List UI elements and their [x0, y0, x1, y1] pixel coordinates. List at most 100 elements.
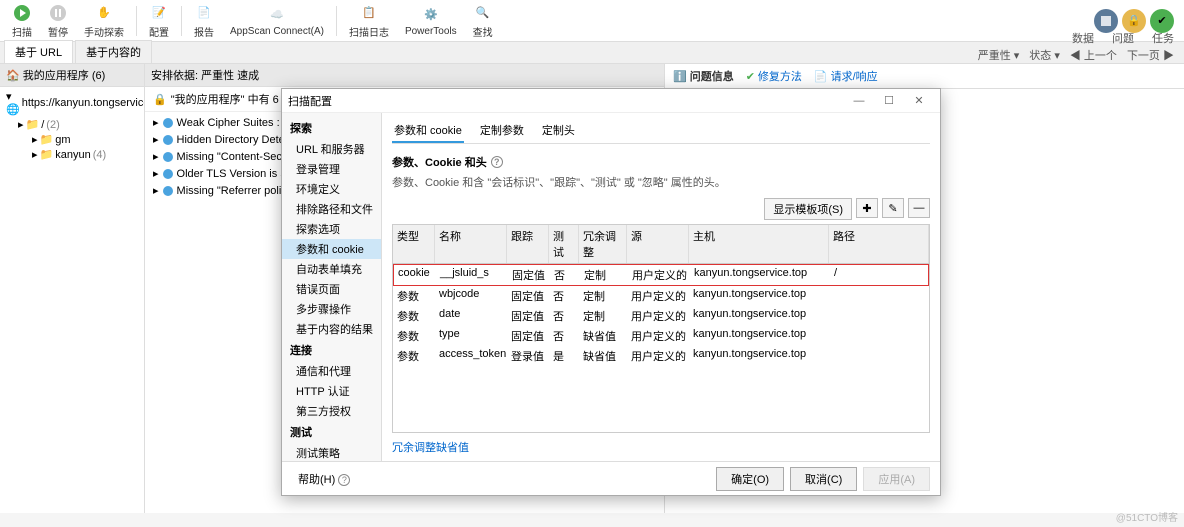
data-view-button[interactable]	[1094, 9, 1118, 33]
prev-button[interactable]: ◀ 上一个	[1070, 47, 1117, 63]
delete-button[interactable]: —	[908, 198, 930, 218]
dlg-tab-custom-params[interactable]: 定制参数	[478, 119, 526, 143]
gear-icon: ⚙️	[421, 5, 441, 25]
tasks-view-button[interactable]: ✔	[1150, 9, 1174, 33]
tree-item[interactable]: ▸ 📁 kanyun (4)	[4, 147, 140, 162]
search-icon: 🔍	[473, 3, 493, 23]
tree-item[interactable]: ▸ 📁 / (2)	[4, 117, 140, 132]
table-row[interactable]: 参数wbjcode固定值否定制用户定义的kanyun.tongservice.t…	[393, 286, 929, 306]
maximize-button[interactable]: ☐	[874, 91, 904, 111]
doc-icon: 📄	[814, 70, 828, 83]
pause-button[interactable]: 暂停	[40, 1, 76, 41]
filter-severity[interactable]: 严重性 ▾	[978, 47, 1020, 63]
nav-item[interactable]: 登录管理	[282, 159, 381, 179]
nav-item[interactable]: 错误页面	[282, 279, 381, 299]
dialog-tabs: 参数和 cookie 定制参数 定制头	[392, 119, 930, 144]
issue-panel-header: 安排依据: 严重性 速成	[145, 64, 664, 87]
scan-config-dialog: 扫描配置 — ☐ ✕ 探索 URL 和服务器 登录管理 环境定义 排除路径和文件…	[281, 88, 941, 496]
play-icon	[12, 3, 32, 23]
tree: ▾ 🌐 https://kanyun.tongservice.top/ ▸ 📁 …	[0, 87, 144, 164]
config-icon: 📝	[149, 3, 169, 23]
dialog-main: 参数和 cookie 定制参数 定制头 参数、Cookie 和头? 参数、Coo…	[382, 113, 940, 461]
issues-view-button[interactable]: 🔒	[1122, 9, 1146, 33]
nav-section-conn: 连接	[282, 339, 381, 361]
tab-url[interactable]: 基于 URL	[4, 40, 73, 63]
table-row[interactable]: 参数access_token登录值是缺省值用户定义的kanyun.tongser…	[393, 346, 929, 366]
redundancy-defaults-link[interactable]: 冗余调整缺省值	[392, 439, 930, 455]
dlg-tab-params[interactable]: 参数和 cookie	[392, 119, 464, 143]
appscan-button[interactable]: ☁️AppScan Connect(A)	[222, 3, 332, 39]
nav-item-params-cookie[interactable]: 参数和 cookie	[282, 239, 381, 259]
scanlog-button[interactable]: 📋扫描日志	[341, 1, 397, 41]
nav-section-test: 测试	[282, 421, 381, 443]
nav-item[interactable]: 测试策略	[282, 443, 381, 461]
dlg-tab-custom-headers[interactable]: 定制头	[540, 119, 577, 143]
main-toolbar: 扫描 暂停 ✋手动探索 📝配置 📄报告 ☁️AppScan Connect(A)…	[0, 0, 1184, 42]
help-icon[interactable]: ?	[491, 156, 503, 168]
grid-body: cookie__jsluid_s固定值否定制用户定义的kanyun.tongse…	[393, 264, 929, 432]
nav-item[interactable]: 基于内容的结果	[282, 319, 381, 339]
sort-label: 安排依据: 严重性 速成	[151, 67, 259, 83]
filter-state[interactable]: 状态 ▾	[1029, 47, 1060, 63]
dialog-nav: 探索 URL 和服务器 登录管理 环境定义 排除路径和文件 探索选项 参数和 c…	[282, 113, 382, 461]
tree-root[interactable]: ▾ 🌐 https://kanyun.tongservice.top/	[4, 89, 140, 117]
separator	[136, 6, 137, 36]
tab-content[interactable]: 基于内容的	[75, 40, 152, 63]
tab-fix[interactable]: ✔修复方法	[746, 68, 802, 84]
nav-item[interactable]: 通信和代理	[282, 361, 381, 381]
table-row[interactable]: 参数date固定值否定制用户定义的kanyun.tongservice.top	[393, 306, 929, 326]
manual-button[interactable]: ✋手动探索	[76, 1, 132, 41]
powertools-button[interactable]: ⚙️PowerTools	[397, 3, 465, 39]
sidebar: 🏠 我的应用程序 (6) ▾ 🌐 https://kanyun.tongserv…	[0, 64, 145, 513]
add-button[interactable]: ✚	[856, 198, 878, 218]
report-button[interactable]: 📄报告	[186, 1, 222, 41]
dialog-title: 扫描配置	[288, 93, 844, 109]
scan-button[interactable]: 扫描	[4, 1, 40, 41]
minimize-button[interactable]: —	[844, 91, 874, 111]
next-button[interactable]: 下一页 ▶	[1127, 47, 1174, 63]
nav-item[interactable]: 第三方授权	[282, 401, 381, 421]
section-desc: 参数、Cookie 和含 "会话标识"、"跟踪"、"测试" 或 "忽略" 属性的…	[392, 174, 930, 190]
table-row[interactable]: 参数type固定值否缺省值用户定义的kanyun.tongservice.top	[393, 326, 929, 346]
nav-item[interactable]: 环境定义	[282, 179, 381, 199]
nav-item[interactable]: 排除路径和文件	[282, 199, 381, 219]
lock-icon: 🔒	[153, 93, 167, 106]
ok-button[interactable]: 确定(O)	[716, 467, 784, 491]
find-button[interactable]: 🔍查找	[465, 1, 501, 41]
folder-icon: 📁	[40, 148, 54, 161]
pause-icon	[48, 3, 68, 23]
tab-request[interactable]: 📄请求/响应	[814, 68, 878, 84]
tree-item[interactable]: ▸ 📁 gm	[4, 132, 140, 147]
cloud-icon: ☁️	[267, 5, 287, 25]
report-icon: 📄	[194, 3, 214, 23]
hand-icon: ✋	[94, 3, 114, 23]
dialog-footer: 帮助(H) ? 确定(O) 取消(C) 应用(A)	[282, 461, 940, 495]
check-icon: ✔	[746, 70, 755, 83]
grid-toolbar: 显示模板项(S) ✚ ✎ —	[392, 198, 930, 220]
cancel-button[interactable]: 取消(C)	[790, 467, 857, 491]
table-row[interactable]: cookie__jsluid_s固定值否定制用户定义的kanyun.tongse…	[393, 264, 929, 286]
severity-dot	[163, 169, 173, 179]
sidebar-title: 🏠 我的应用程序 (6)	[0, 64, 144, 87]
params-grid: 类型 名称 跟踪 测试 冗余调整 源 主机 路径 cookie__jsluid_…	[392, 224, 930, 433]
help-button[interactable]: 帮助(H) ?	[298, 471, 364, 489]
info-icon: ℹ️	[673, 70, 687, 83]
watermark: @51CTO博客	[1116, 509, 1178, 524]
close-button[interactable]: ✕	[904, 91, 934, 111]
config-button[interactable]: 📝配置	[141, 1, 177, 41]
tab-issue-info[interactable]: ℹ️问题信息	[673, 68, 734, 84]
nav-item[interactable]: HTTP 认证	[282, 381, 381, 401]
nav-item[interactable]: URL 和服务器	[282, 139, 381, 159]
edit-button[interactable]: ✎	[882, 198, 904, 218]
folder-icon: 📁	[40, 133, 54, 146]
nav-item[interactable]: 探索选项	[282, 219, 381, 239]
log-icon: 📋	[359, 3, 379, 23]
separator	[336, 6, 337, 36]
apply-button[interactable]: 应用(A)	[863, 467, 930, 491]
show-template-button[interactable]: 显示模板项(S)	[764, 198, 852, 220]
nav-item[interactable]: 多步骤操作	[282, 299, 381, 319]
nav-item[interactable]: 自动表单填充	[282, 259, 381, 279]
dialog-titlebar: 扫描配置 — ☐ ✕	[282, 89, 940, 113]
folder-icon: 📁	[26, 118, 40, 131]
grid-header: 类型 名称 跟踪 测试 冗余调整 源 主机 路径	[393, 225, 929, 264]
